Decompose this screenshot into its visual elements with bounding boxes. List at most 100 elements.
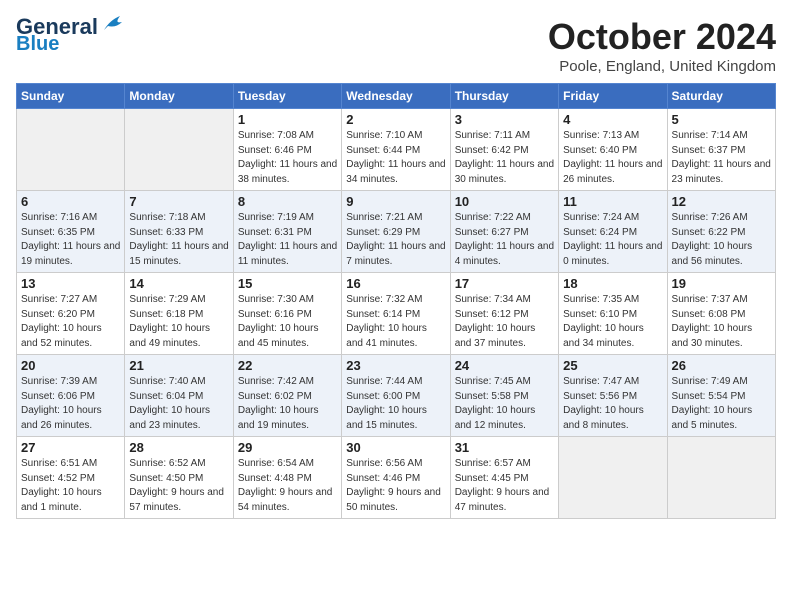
sunrise-text: Sunrise: 6:57 AM	[455, 458, 531, 469]
sunrise-text: Sunrise: 7:47 AM	[563, 376, 639, 387]
day-number: 26	[672, 358, 771, 373]
sunset-text: Sunset: 6:12 PM	[455, 309, 529, 320]
sunset-text: Sunset: 6:04 PM	[129, 391, 203, 402]
calendar-cell: 14Sunrise: 7:29 AMSunset: 6:18 PMDayligh…	[125, 273, 233, 355]
day-number: 4	[563, 112, 662, 127]
daylight-text: Daylight: 10 hours and 56 minutes.	[672, 241, 753, 267]
sunrise-text: Sunrise: 7:34 AM	[455, 294, 531, 305]
daylight-text: Daylight: 11 hours and 23 minutes.	[672, 159, 771, 185]
daylight-text: Daylight: 10 hours and 41 minutes.	[346, 323, 427, 349]
day-number: 20	[21, 358, 120, 373]
sunrise-text: Sunrise: 7:11 AM	[455, 130, 530, 141]
daylight-text: Daylight: 10 hours and 8 minutes.	[563, 405, 644, 431]
day-number: 13	[21, 276, 120, 291]
sunrise-text: Sunrise: 6:56 AM	[346, 458, 422, 469]
calendar-header-row: SundayMondayTuesdayWednesdayThursdayFrid…	[17, 84, 776, 109]
calendar-cell: 8 Sunrise: 7:19 AMSunset: 6:31 PMDaylight…	[233, 191, 341, 273]
day-header-thursday: Thursday	[450, 84, 558, 109]
sunset-text: Sunset: 6:18 PM	[129, 309, 203, 320]
calendar-cell: 19 Sunrise: 7:37 AMSunset: 6:08 PMDayligh…	[667, 273, 775, 355]
daylight-text: Daylight: 10 hours and 49 minutes.	[129, 323, 210, 349]
day-number: 3	[455, 112, 554, 127]
sunset-text: Sunset: 6:37 PM	[672, 145, 746, 156]
day-number: 18	[563, 276, 662, 291]
day-info: Sunrise: 7:08 AMSunset: 6:46 PMDaylight:…	[238, 129, 337, 187]
day-info: Sunrise: 7:18 AMSunset: 6:33 PMDaylight:…	[129, 211, 228, 269]
calendar-cell: 6Sunrise: 7:16 AMSunset: 6:35 PMDaylight…	[17, 191, 125, 273]
calendar-cell: 3Sunrise: 7:11 AMSunset: 6:42 PMDaylight…	[450, 109, 558, 191]
sunrise-text: Sunrise: 7:39 AM	[21, 376, 97, 387]
day-number: 1	[238, 112, 337, 127]
calendar-cell: 25Sunrise: 7:47 AMSunset: 5:56 PMDayligh…	[559, 355, 667, 437]
day-info: Sunrise: 7:19 AMSunset: 6:31 PMDaylight:…	[238, 211, 337, 269]
sunset-text: Sunset: 4:45 PM	[455, 473, 529, 484]
day-info: Sunrise: 7:30 AMSunset: 6:16 PMDaylight:…	[238, 293, 337, 351]
sunrise-text: Sunrise: 6:51 AM	[21, 458, 97, 469]
calendar-cell: 26 Sunrise: 7:49 AMSunset: 5:54 PMDayligh…	[667, 355, 775, 437]
calendar-cell	[667, 437, 775, 519]
sunrise-text: Sunrise: 7:24 AM	[563, 212, 639, 223]
day-info: Sunrise: 7:24 AMSunset: 6:24 PMDaylight:…	[563, 211, 662, 269]
week-row-3: 13 Sunrise: 7:27 AM Sunset: 6:20 PM Dayligh…	[17, 273, 776, 355]
day-number: 6	[21, 194, 120, 209]
sunset-text: Sunset: 6:16 PM	[238, 309, 312, 320]
sunrise-text: Sunrise: 7:18 AM	[129, 212, 205, 223]
sunrise-text: Sunrise: 7:16 AM	[21, 212, 97, 223]
daylight-text: Daylight: 9 hours and 47 minutes.	[455, 487, 550, 513]
location-text: Poole, England, United Kingdom	[548, 58, 776, 75]
sunset-text: Sunset: 6:46 PM	[238, 145, 312, 156]
calendar-cell: 23Sunrise: 7:44 AMSunset: 6:00 PMDayligh…	[342, 355, 450, 437]
day-info: Sunrise: 7:22 AMSunset: 6:27 PMDaylight:…	[455, 211, 554, 269]
day-info: Sunrise: 7:32 AMSunset: 6:14 PMDaylight:…	[346, 293, 445, 351]
day-info: Sunrise: 7:39 AMSunset: 6:06 PMDaylight:…	[21, 375, 120, 433]
day-number: 23	[346, 358, 445, 373]
day-number: 15	[238, 276, 337, 291]
day-header-wednesday: Wednesday	[342, 84, 450, 109]
daylight-text: Daylight: 10 hours and 34 minutes.	[563, 323, 644, 349]
daylight-text: Daylight: 11 hours and 30 minutes.	[455, 159, 554, 185]
calendar-cell: 15 Sunrise: 7:30 AMSunset: 6:16 PMDayligh…	[233, 273, 341, 355]
sunrise-text: Sunrise: 6:52 AM	[129, 458, 205, 469]
day-number: 19	[672, 276, 771, 291]
day-info: Sunrise: 7:45 AMSunset: 5:58 PMDaylight:…	[455, 375, 554, 433]
day-info: Sunrise: 7:26 AMSunset: 6:22 PMDaylight:…	[672, 211, 771, 269]
calendar-cell: 4Sunrise: 7:13 AMSunset: 6:40 PMDaylight…	[559, 109, 667, 191]
logo-blue-text: Blue	[16, 34, 59, 54]
sunset-text: Sunset: 6:06 PM	[21, 391, 95, 402]
page-header: General Blue October 2024 Poole, England…	[16, 16, 776, 75]
sunset-text: Sunset: 6:10 PM	[563, 309, 637, 320]
day-info: Sunrise: 7:40 AMSunset: 6:04 PMDaylight:…	[129, 375, 228, 433]
daylight-text: Daylight: 11 hours and 34 minutes.	[346, 159, 445, 185]
day-number: 17	[455, 276, 554, 291]
day-info: Sunrise: 6:54 AMSunset: 4:48 PMDaylight:…	[238, 457, 337, 515]
day-number: 7	[129, 194, 228, 209]
sunrise-text: Sunrise: 7:10 AM	[346, 130, 422, 141]
daylight-text: Daylight: 11 hours and 15 minutes.	[129, 241, 228, 267]
daylight-text: Daylight: 11 hours and 0 minutes.	[563, 241, 662, 267]
sunset-text: Sunset: 4:50 PM	[129, 473, 203, 484]
sunrise-text: Sunrise: 7:27 AM	[21, 294, 97, 305]
sunrise-text: Sunrise: 7:19 AM	[238, 212, 314, 223]
month-title: October 2024	[548, 16, 776, 58]
daylight-text: Daylight: 9 hours and 57 minutes.	[129, 487, 224, 513]
day-info: Sunrise: 7:49 AMSunset: 5:54 PMDaylight:…	[672, 375, 771, 433]
daylight-text: Daylight: 10 hours and 30 minutes.	[672, 323, 753, 349]
sunset-text: Sunset: 6:29 PM	[346, 227, 420, 238]
day-header-monday: Monday	[125, 84, 233, 109]
day-number: 28	[129, 440, 228, 455]
day-number: 8	[238, 194, 337, 209]
sunset-text: Sunset: 5:56 PM	[563, 391, 637, 402]
title-block: October 2024 Poole, England, United King…	[548, 16, 776, 75]
daylight-text: Daylight: 10 hours and 15 minutes.	[346, 405, 427, 431]
day-info: Sunrise: 6:52 AM Sunset: 4:50 PM Daylight:…	[129, 457, 228, 515]
day-header-friday: Friday	[559, 84, 667, 109]
day-info: Sunrise: 7:37 AMSunset: 6:08 PMDaylight:…	[672, 293, 771, 351]
calendar-cell: 16Sunrise: 7:32 AMSunset: 6:14 PMDayligh…	[342, 273, 450, 355]
day-number: 5	[672, 112, 771, 127]
sunset-text: Sunset: 6:20 PM	[21, 309, 95, 320]
calendar-cell: 30Sunrise: 6:56 AMSunset: 4:46 PMDayligh…	[342, 437, 450, 519]
sunrise-text: Sunrise: 7:44 AM	[346, 376, 422, 387]
sunset-text: Sunset: 6:14 PM	[346, 309, 420, 320]
day-number: 12	[672, 194, 771, 209]
sunrise-text: Sunrise: 7:29 AM	[129, 294, 205, 305]
